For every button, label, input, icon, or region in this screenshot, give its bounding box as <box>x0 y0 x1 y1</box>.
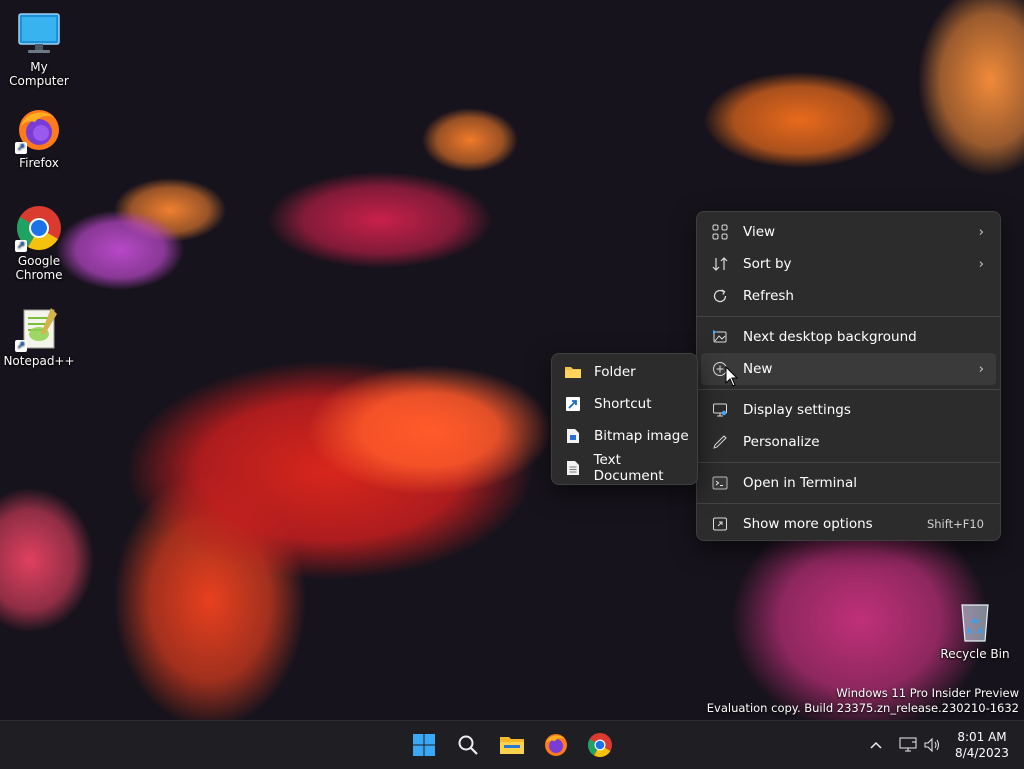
more-options-icon <box>711 515 729 533</box>
menu-item-label: New <box>743 361 773 377</box>
chevron-right-icon: › <box>978 256 984 272</box>
submenu-item-label: Bitmap image <box>594 428 689 444</box>
desktop-icon-my-computer[interactable]: My Computer <box>1 10 77 88</box>
menu-item-personalize[interactable]: Personalize <box>701 426 996 458</box>
desktop-context-menu: View › Sort by › Refresh Next desktop ba… <box>696 211 1001 541</box>
desktop-icon-label: My Computer <box>9 60 69 88</box>
volume-button[interactable] <box>916 729 948 761</box>
menu-item-label: Refresh <box>743 288 794 304</box>
taskbar-firefox[interactable] <box>540 729 572 761</box>
menu-item-label: Open in Terminal <box>743 475 857 491</box>
notepadpp-icon: ↗ <box>15 304 63 352</box>
folder-icon <box>564 363 582 381</box>
new-submenu: Folder Shortcut Bitmap image Text Docume… <box>551 353 698 485</box>
submenu-item-label: Folder <box>594 364 636 380</box>
show-hidden-icons-button[interactable] <box>860 729 892 761</box>
network-icon <box>899 737 917 752</box>
menu-item-label: Sort by <box>743 256 792 272</box>
display-icon <box>711 401 729 419</box>
chrome-icon: ↗ <box>15 204 63 252</box>
menu-item-label: View <box>743 224 776 240</box>
shortcut-arrow-icon: ↗ <box>15 240 27 252</box>
firefox-icon <box>545 734 567 756</box>
shortcut-icon <box>564 395 582 413</box>
submenu-item-text-document[interactable]: Text Document <box>556 452 693 484</box>
shortcut-arrow-icon: ↗ <box>15 142 27 154</box>
watermark-line-2: Evaluation copy. Build 23375.zn_release.… <box>706 701 1019 715</box>
submenu-item-bitmap-image[interactable]: Bitmap image <box>556 420 693 452</box>
terminal-icon <box>711 474 729 492</box>
menu-item-label: Next desktop background <box>743 329 917 345</box>
image-next-icon <box>711 328 729 346</box>
submenu-item-folder[interactable]: Folder <box>556 356 693 388</box>
menu-separator <box>697 462 1000 463</box>
submenu-item-label: Shortcut <box>594 396 652 412</box>
menu-item-show-more-options[interactable]: Show more options Shift+F10 <box>701 508 996 540</box>
desktop-icon-label: Notepad++ <box>3 354 75 368</box>
menu-item-refresh[interactable]: Refresh <box>701 280 996 312</box>
menu-item-label: Display settings <box>743 402 851 418</box>
volume-icon <box>924 737 939 753</box>
desktop-icon-google-chrome[interactable]: ↗ Google Chrome <box>1 204 77 282</box>
chrome-icon <box>588 733 612 758</box>
file-explorer-icon <box>500 737 524 754</box>
chevron-right-icon: › <box>978 361 984 377</box>
menu-item-view[interactable]: View › <box>701 216 996 248</box>
menu-separator <box>697 503 1000 504</box>
monitor-icon <box>15 10 63 58</box>
menu-item-display-settings[interactable]: Display settings <box>701 394 996 426</box>
bitmap-icon <box>564 427 582 445</box>
taskbar-file-explorer[interactable] <box>496 729 528 761</box>
mouse-cursor-icon <box>725 365 739 392</box>
chevron-up-icon <box>870 741 882 749</box>
desktop-icon-label: Recycle Bin <box>940 647 1010 661</box>
menu-item-open-in-terminal[interactable]: Open in Terminal <box>701 467 996 499</box>
text-document-icon <box>564 459 582 477</box>
submenu-item-label: Text Document <box>593 452 664 484</box>
firefox-icon: ↗ <box>15 106 63 154</box>
start-icon <box>413 734 435 756</box>
sort-icon <box>711 255 729 273</box>
submenu-item-shortcut[interactable]: Shortcut <box>556 388 693 420</box>
search-icon <box>458 735 478 755</box>
menu-item-sort-by[interactable]: Sort by › <box>701 248 996 280</box>
menu-item-shortcut: Shift+F10 <box>926 517 984 531</box>
menu-item-label: Show more options <box>743 516 873 532</box>
pen-icon <box>711 433 729 451</box>
grid-icon <box>711 223 729 241</box>
taskbar-chrome[interactable] <box>584 729 616 761</box>
menu-separator <box>697 316 1000 317</box>
recycle-bin-icon <box>951 597 999 645</box>
clock-time: 8:01 AM <box>957 730 1007 744</box>
watermark-line-1: Windows 11 Pro Insider Preview <box>836 686 1019 700</box>
desktop-icon-label: Google Chrome <box>15 254 63 282</box>
chevron-right-icon: › <box>978 224 984 240</box>
desktop-icon-label: Firefox <box>19 156 59 170</box>
menu-item-next-desktop-background[interactable]: Next desktop background <box>701 321 996 353</box>
menu-item-label: Personalize <box>743 434 820 450</box>
shortcut-arrow-icon: ↗ <box>15 340 27 352</box>
desktop-icon-notepadpp[interactable]: ↗ Notepad++ <box>1 304 77 368</box>
desktop-icon-recycle-bin[interactable]: Recycle Bin <box>937 597 1013 661</box>
clock-date: 8/4/2023 <box>955 746 1009 760</box>
start-button[interactable] <box>408 729 440 761</box>
taskbar: 8:01 AM 8/4/2023 <box>0 720 1024 769</box>
menu-separator <box>697 389 1000 390</box>
desktop-icon-firefox[interactable]: ↗ Firefox <box>1 106 77 170</box>
refresh-icon <box>711 287 729 305</box>
clock[interactable]: 8:01 AM 8/4/2023 <box>946 729 1018 761</box>
taskbar-search-button[interactable] <box>452 729 484 761</box>
menu-item-new[interactable]: New › <box>701 353 996 385</box>
